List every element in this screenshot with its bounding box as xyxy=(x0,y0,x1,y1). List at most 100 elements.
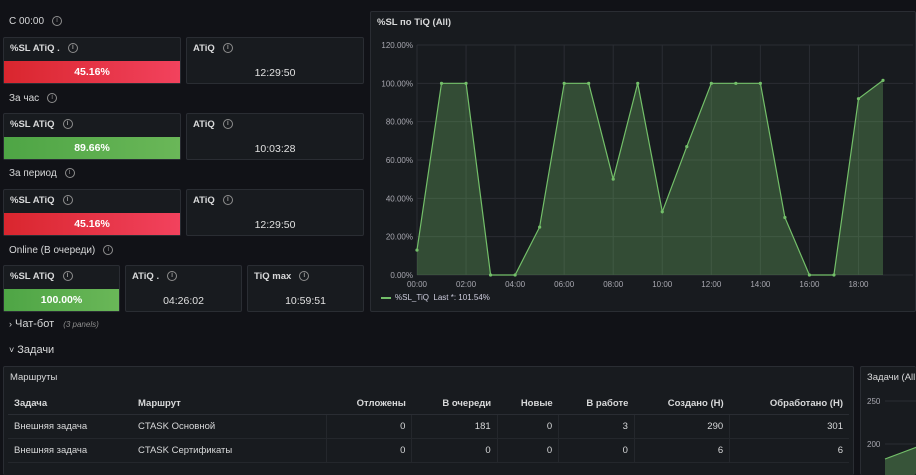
chevron-right-icon: › xyxy=(9,319,12,329)
column-header[interactable]: Задача xyxy=(8,392,132,415)
row-title: Задачи xyxy=(17,344,55,356)
legend-swatch xyxy=(381,296,391,299)
column-header[interactable]: Создано (Н) xyxy=(634,392,730,415)
y-tick-label: 0.00% xyxy=(390,271,413,280)
cell-created: 6 xyxy=(633,438,730,463)
column-header[interactable]: Отложены xyxy=(326,392,412,415)
data-point xyxy=(611,177,615,181)
data-point xyxy=(881,78,885,82)
table-row[interactable]: Внешняя задача CTASK Основной 0 181 0 3 … xyxy=(8,414,849,439)
row-title: Чат-бот xyxy=(15,318,55,330)
cell-created: 290 xyxy=(633,414,730,439)
info-icon[interactable]: i xyxy=(64,168,75,179)
x-tick-label: 10:00 xyxy=(652,280,673,289)
info-icon[interactable]: i xyxy=(299,271,310,282)
column-header[interactable]: Обработано (Н) xyxy=(729,392,849,415)
info-icon[interactable]: i xyxy=(62,271,73,282)
panel-title: ATiQ . xyxy=(132,271,160,282)
info-icon[interactable]: i xyxy=(67,43,78,54)
data-point xyxy=(832,273,836,277)
atiq-value: 12:29:50 xyxy=(254,219,296,231)
info-icon[interactable]: i xyxy=(222,195,233,206)
stat-panel-sl-hour[interactable]: %SL ATiQ i 89.66% xyxy=(3,113,181,160)
chevron-down-icon: ˅ xyxy=(9,345,15,355)
column-header[interactable]: В очереди xyxy=(411,392,498,415)
panel-title: %SL ATiQ xyxy=(10,195,55,206)
chart-panel-sl-tiq[interactable]: %SL по TiQ (All) 0.00% 20.00% 40.00% 60.00%… xyxy=(370,11,916,312)
data-point xyxy=(488,273,493,277)
stat-panel-atiq-period[interactable]: ATiQ i 12:29:50 xyxy=(186,189,364,236)
data-point xyxy=(464,81,468,85)
column-header[interactable]: В работе xyxy=(558,392,635,415)
cell-route: CTASK Основной xyxy=(132,414,326,439)
info-icon[interactable]: i xyxy=(222,119,233,130)
sl-value: 45.16% xyxy=(4,213,180,235)
atiq-value: 12:29:50 xyxy=(254,67,296,79)
info-icon[interactable]: i xyxy=(52,16,63,27)
x-tick-label: 14:00 xyxy=(750,280,771,289)
legend-series-name: %SL_TiQ xyxy=(395,293,429,302)
y-tick-label: 60.00% xyxy=(386,156,413,165)
chart-legend[interactable]: %SL_TiQ Last *: 101.54% xyxy=(381,293,490,302)
info-icon[interactable]: i xyxy=(62,195,73,206)
row-panel-count: (3 panels) xyxy=(63,320,99,329)
data-point xyxy=(439,81,444,85)
column-header[interactable]: Новые xyxy=(497,392,559,415)
cell-task: Внешняя задача xyxy=(8,414,132,439)
info-icon[interactable]: i xyxy=(62,119,73,130)
tasks-chart-panel[interactable]: Задачи (All 250 200 xyxy=(860,366,916,475)
cell-processed: 301 xyxy=(729,414,849,439)
x-tick-label: 16:00 xyxy=(799,280,820,289)
data-point xyxy=(636,81,640,85)
legend-last-value: Last *: 101.54% xyxy=(433,293,490,302)
panel-title: TiQ max xyxy=(254,271,292,282)
info-icon[interactable]: i xyxy=(167,271,178,282)
tiqmax-value: 10:59:51 xyxy=(285,295,326,307)
data-point xyxy=(758,81,762,85)
row-tasks[interactable]: ˅ Задачи xyxy=(9,344,54,356)
routes-table-panel[interactable]: Маршруты Задача Маршрут Отложены В очере… xyxy=(3,366,854,475)
x-tick-label: 12:00 xyxy=(701,280,722,289)
data-point xyxy=(856,97,861,101)
info-icon[interactable]: i xyxy=(47,93,58,104)
row-chatbot[interactable]: › Чат-бот (3 panels) xyxy=(9,318,99,330)
table-header-row: Задача Маршрут Отложены В очереди Новые … xyxy=(8,392,849,415)
y-tick-label: 20.00% xyxy=(386,233,413,242)
sl-tiq-chart[interactable]: 0.00% 20.00% 40.00% 60.00% 80.00% 100.00% 120.… xyxy=(371,12,915,311)
table-row[interactable]: Внешняя задача CTASK Сертификаты 0 0 0 0… xyxy=(8,438,849,463)
info-icon[interactable]: i xyxy=(103,245,114,256)
sl-value: 45.16% xyxy=(4,61,180,83)
sl-value: 89.66% xyxy=(4,137,180,159)
data-point xyxy=(660,210,664,214)
sl-value: 100.00% xyxy=(4,289,119,311)
cell-task: Внешняя задача xyxy=(8,438,132,463)
x-tick-label: 08:00 xyxy=(603,280,624,289)
stat-panel-sl-period[interactable]: %SL ATiQ i 45.16% xyxy=(3,189,181,236)
x-tick-label: 00:00 xyxy=(407,280,428,289)
routes-table: Задача Маршрут Отложены В очереди Новые … xyxy=(8,392,849,463)
stat-panel-atiq-online[interactable]: ATiQ . i 04:26:02 xyxy=(125,265,242,312)
cell-deferred: 0 xyxy=(325,438,412,463)
stat-panel-sl-online[interactable]: %SL ATiQ i 100.00% xyxy=(3,265,120,312)
cell-queued: 0 xyxy=(411,438,498,463)
column-header[interactable]: Маршрут xyxy=(132,392,326,415)
cell-deferred: 0 xyxy=(325,414,412,439)
cell-in-progress: 0 xyxy=(558,438,635,463)
atiq-value: 10:03:28 xyxy=(254,143,296,155)
group-label-hour: За час i xyxy=(9,93,58,104)
stat-panel-atiq-hour[interactable]: ATiQ i 10:03:28 xyxy=(186,113,364,160)
group-label-period: За период i xyxy=(9,168,75,179)
cell-route: CTASK Сертификаты xyxy=(132,438,326,463)
y-tick-label: 120.00% xyxy=(381,41,413,50)
group-label-online: Online (В очереди) i xyxy=(9,245,114,256)
cell-new: 0 xyxy=(496,414,559,439)
data-point xyxy=(587,81,591,85)
stat-panel-tiqmax-online[interactable]: TiQ max i 10:59:51 xyxy=(247,265,364,312)
panel-title: %SL ATiQ . xyxy=(10,43,60,54)
stat-panel-sl-today[interactable]: %SL ATiQ . i 45.16% xyxy=(3,37,181,84)
cell-processed: 6 xyxy=(729,438,849,463)
stat-panel-atiq-today[interactable]: ATiQ i 12:29:50 xyxy=(186,37,364,84)
data-point xyxy=(562,81,566,85)
tasks-chart-fragment xyxy=(884,400,916,475)
info-icon[interactable]: i xyxy=(222,43,233,54)
